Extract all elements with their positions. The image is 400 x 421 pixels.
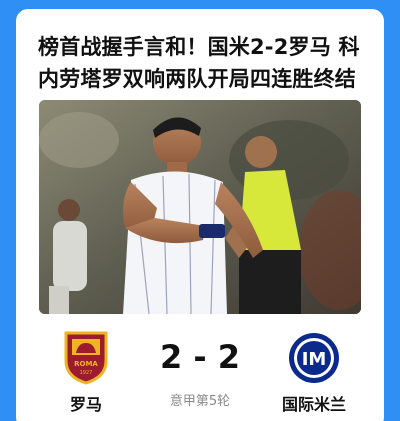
- match-photo[interactable]: [39, 100, 361, 314]
- away-team-name: 国际米兰: [281, 395, 346, 414]
- photo-illustration: [39, 100, 361, 314]
- home-team-name: 罗马: [69, 395, 102, 414]
- roma-badge-icon: ROMA 1927: [64, 331, 108, 385]
- away-team[interactable]: IM 国际米兰: [264, 331, 364, 415]
- home-team[interactable]: ROMA 1927 罗马: [36, 331, 136, 415]
- roma-badge-year: 1927: [80, 370, 93, 376]
- roma-badge-text: ROMA: [74, 360, 98, 368]
- match-round: 意甲第5轮: [169, 394, 231, 409]
- match-score: 2 - 2: [159, 338, 241, 376]
- inter-badge-icon: IM: [289, 333, 339, 383]
- news-card[interactable]: 榜首战握手言和！国米2-2罗马 科内劳塔罗双响两队开局四连胜终结 ROMA 19…: [16, 9, 384, 421]
- inter-badge-text: IM: [302, 349, 327, 370]
- news-headline[interactable]: 榜首战握手言和！国米2-2罗马 科内劳塔罗双响两队开局四连胜终结: [38, 31, 368, 95]
